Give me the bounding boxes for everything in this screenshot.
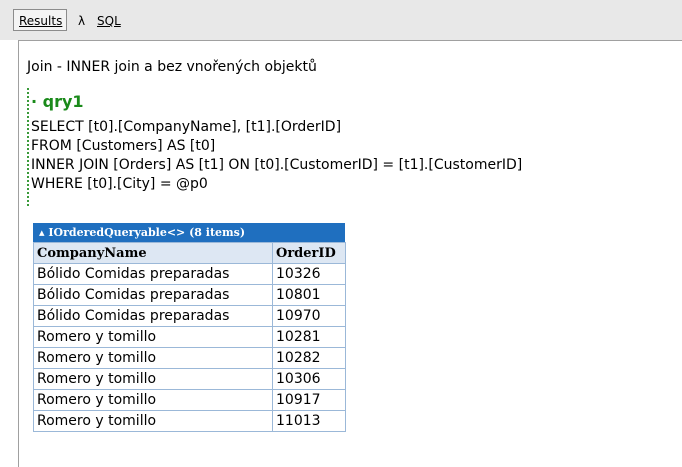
sql-line: WHERE [t0].[City] = @p0 (31, 176, 208, 192)
sql-line: INNER JOIN [Orders] AS [t1] ON [t0].[Cus… (31, 157, 523, 173)
triangle-up-icon[interactable]: ▴ (39, 226, 45, 239)
table-row: Bólido Comidas preparadas 10970 (33, 305, 346, 327)
table-row: Romero y tomillo 10917 (33, 389, 346, 411)
cell-orderid: 10326 (272, 263, 346, 285)
cell-orderid: 10917 (272, 389, 346, 411)
cell-company: Romero y tomillo (33, 410, 273, 432)
table-header-row: CompanyName OrderID (33, 242, 346, 264)
table-row: Romero y tomillo 11013 (33, 410, 346, 432)
table-row: Romero y tomillo 10282 (33, 347, 346, 369)
cell-company: Bólido Comidas preparadas (33, 305, 273, 327)
cell-orderid: 10801 (272, 284, 346, 306)
results-caption-label: IOrderedQueryable<> (8 items) (48, 226, 246, 239)
output-tab-bar: Results λ SQL (0, 0, 682, 40)
cell-orderid: 10281 (272, 326, 346, 348)
column-header-companyname[interactable]: CompanyName (33, 242, 273, 264)
tab-results-label: Results (19, 14, 63, 28)
table-row: Romero y tomillo 10281 (33, 326, 346, 348)
page-heading: Join - INNER join a bez vnořených objekt… (27, 59, 317, 75)
table-row: Bólido Comidas preparadas 10326 (33, 263, 346, 285)
cell-company: Romero y tomillo (33, 326, 273, 348)
results-caption[interactable]: ▴ IOrderedQueryable<> (8 items) (33, 223, 345, 242)
cell-orderid: 10970 (272, 305, 346, 327)
cell-company: Romero y tomillo (33, 368, 273, 390)
results-table: CompanyName OrderID Bólido Comidas prepa… (33, 242, 346, 432)
cell-company: Bólido Comidas preparadas (33, 263, 273, 285)
cell-company: Bólido Comidas preparadas (33, 284, 273, 306)
query-name[interactable]: · qry1 (31, 92, 84, 111)
cell-orderid: 10282 (272, 347, 346, 369)
column-header-orderid[interactable]: OrderID (272, 242, 346, 264)
tab-lambda[interactable]: λ (78, 10, 85, 32)
cell-orderid: 11013 (272, 410, 346, 432)
sql-line: SELECT [t0].[CompanyName], [t1].[OrderID… (31, 119, 342, 135)
table-row: Bólido Comidas preparadas 10801 (33, 284, 346, 306)
table-row: Romero y tomillo 10306 (33, 368, 346, 390)
query-name-label: qry1 (42, 92, 84, 111)
sql-line: FROM [Customers] AS [t0] (31, 138, 216, 154)
tab-lambda-label: λ (78, 14, 86, 28)
tab-sql[interactable]: SQL (97, 10, 121, 32)
tab-results[interactable]: Results (13, 9, 67, 31)
tab-sql-label: SQL (97, 14, 121, 28)
cell-company: Romero y tomillo (33, 389, 273, 411)
cell-orderid: 10306 (272, 368, 346, 390)
cell-company: Romero y tomillo (33, 347, 273, 369)
